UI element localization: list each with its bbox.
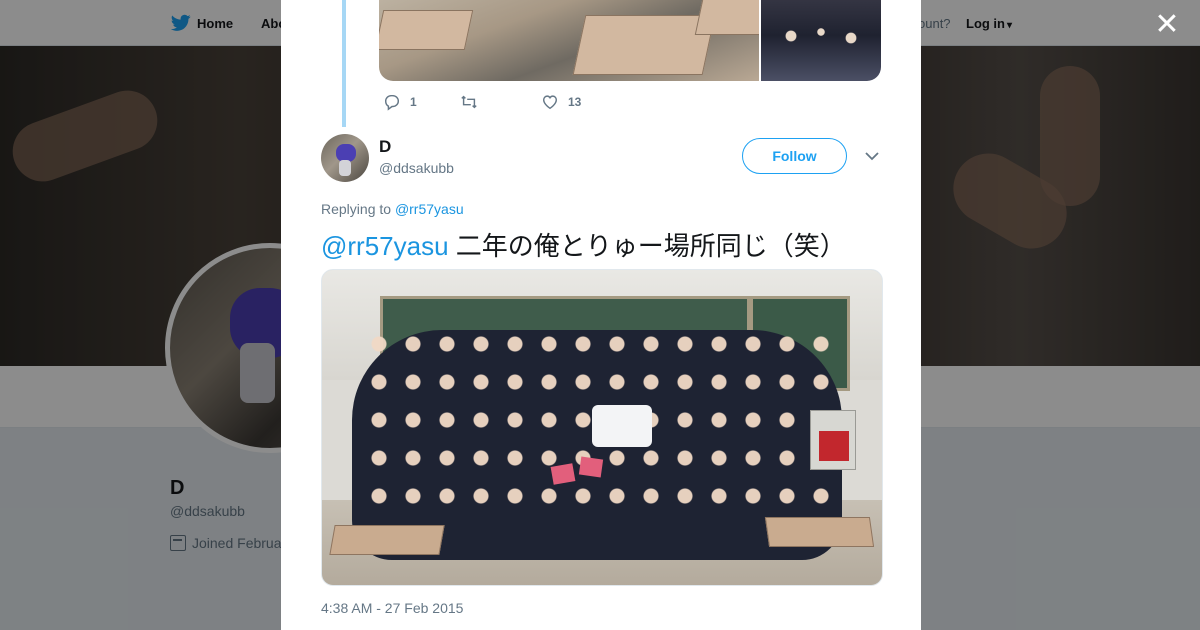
retweet-button[interactable] — [460, 93, 541, 111]
more-options-button[interactable] — [864, 148, 880, 164]
like-button[interactable]: 13 — [541, 93, 581, 111]
tweet-author-name[interactable]: D — [379, 137, 391, 157]
close-icon[interactable]: ✕ — [1152, 10, 1182, 40]
like-count: 13 — [568, 95, 582, 109]
conversation-thread-line — [342, 0, 346, 127]
reply-button[interactable]: 1 — [383, 93, 460, 111]
tweet-timestamp[interactable]: 4:38 AM - 27 Feb 2015 — [321, 600, 463, 616]
tweet-author-handle[interactable]: @ddsakubb — [379, 160, 454, 176]
previous-tweet-media[interactable] — [379, 0, 881, 81]
previous-tweet-actions: 1 13 — [383, 92, 581, 112]
previous-tweet-photo-group[interactable] — [759, 0, 881, 81]
tweet-permalink-modal: 1 13 D @ddsakubb Follow Replying to @rr5… — [281, 0, 921, 630]
tweet-body-text: 二年の俺とりゅー場所同じ（笑） — [448, 231, 846, 261]
reply-icon — [384, 94, 400, 111]
replying-to-link[interactable]: @rr57yasu — [395, 201, 464, 217]
retweet-icon — [461, 95, 477, 109]
tweet-photo[interactable] — [321, 269, 883, 586]
replying-to-line: Replying to @rr57yasu — [321, 201, 464, 217]
follow-button[interactable]: Follow — [742, 138, 847, 174]
previous-tweet-photo-classroom[interactable] — [379, 0, 774, 81]
tweet-text: @rr57yasu 二年の俺とりゅー場所同じ（笑） — [321, 226, 846, 263]
replying-to-prefix: Replying to — [321, 201, 392, 217]
heart-icon — [542, 95, 558, 110]
tweet-mention-link[interactable]: @rr57yasu — [321, 231, 449, 261]
chevron-down-icon — [865, 152, 879, 161]
tweet-author-avatar[interactable] — [321, 134, 369, 182]
reply-count: 1 — [410, 95, 417, 109]
